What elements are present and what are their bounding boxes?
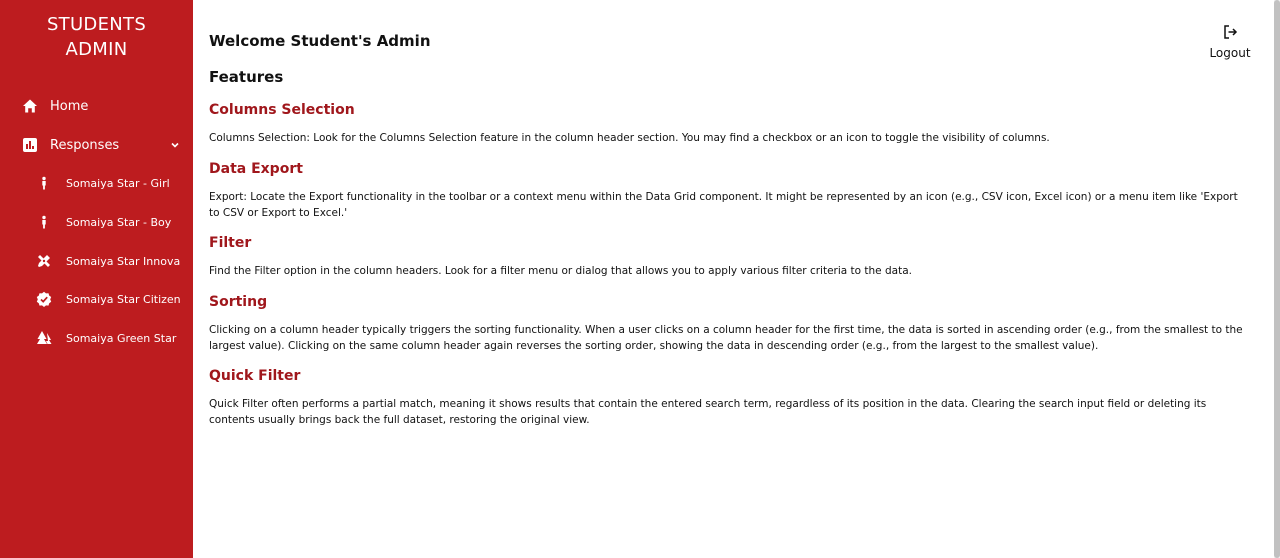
sidebar-subitem-label: Somaiya Green Star xyxy=(66,331,177,345)
logout-icon xyxy=(1224,25,1238,39)
sidebar-subitem-green-star[interactable]: Somaiya Green Star xyxy=(0,324,193,352)
section-title: Data Export xyxy=(209,161,303,177)
brand-line-1: STUDENTS xyxy=(46,14,147,35)
person-icon xyxy=(42,176,46,190)
section-quick-filter: Quick Filter Quick Filter often performs… xyxy=(209,368,1249,428)
sidebar-item-responses[interactable]: Responses xyxy=(0,131,193,159)
brand-title: STUDENTS ADMIN xyxy=(0,0,193,92)
section-text: Export: Locate the Export functionality … xyxy=(209,191,1238,219)
app-root: STUDENTS ADMIN Home Responses Somaiya St… xyxy=(0,0,1280,558)
page-title: Welcome Student's Admin xyxy=(209,32,431,50)
main-content: Welcome Student's Admin Features Logout … xyxy=(193,0,1280,558)
sidebar-item-label: Home xyxy=(50,98,89,114)
section-filter: Filter Find the Filter option in the col… xyxy=(209,235,1249,279)
chevron-down-icon[interactable] xyxy=(170,140,180,150)
sidebar-subitem-star-girl[interactable]: Somaiya Star - Girl xyxy=(0,169,193,197)
logout-button[interactable]: Logout xyxy=(1208,24,1252,61)
sidebar-subitem-star-citizen[interactable]: Somaiya Star Citizen xyxy=(0,285,193,313)
sidebar-subitem-star-boy[interactable]: Somaiya Star - Boy xyxy=(0,208,193,236)
section-text: Quick Filter often performs a partial ma… xyxy=(209,398,1207,426)
scrollbar-thumb[interactable] xyxy=(1274,0,1280,558)
vertical-scrollbar[interactable] xyxy=(1274,0,1280,558)
tools-icon xyxy=(38,255,50,267)
logout-label: Logout xyxy=(1209,46,1251,60)
sidebar-item-home[interactable]: Home xyxy=(0,92,193,120)
features-heading: Features xyxy=(209,68,284,86)
sidebar-subitem-label: Somaiya Star Citizen xyxy=(66,292,181,306)
section-text: Columns Selection: Look for the Columns … xyxy=(209,132,1050,144)
sidebar-subitem-label: Somaiya Star - Girl xyxy=(66,176,170,190)
brand-line-2: ADMIN xyxy=(65,39,128,60)
section-text: Clicking on a column header typically tr… xyxy=(209,324,1243,352)
forest-icon xyxy=(37,331,52,344)
section-title: Quick Filter xyxy=(209,368,301,384)
bar-chart-icon xyxy=(23,138,37,152)
sidebar: STUDENTS ADMIN Home Responses Somaiya St… xyxy=(0,0,193,558)
verified-badge-icon xyxy=(36,291,52,307)
section-sorting: Sorting Clicking on a column header typi… xyxy=(209,294,1249,354)
person-icon xyxy=(42,215,46,229)
section-data-export: Data Export Export: Locate the Export fu… xyxy=(209,161,1249,221)
section-title: Sorting xyxy=(209,294,268,310)
sidebar-item-label: Responses xyxy=(50,137,120,153)
section-title: Columns Selection xyxy=(209,102,355,118)
section-text: Find the Filter option in the column hea… xyxy=(209,265,912,277)
home-icon xyxy=(23,99,37,113)
section-title: Filter xyxy=(209,235,252,251)
sidebar-subitem-label: Somaiya Star - Boy xyxy=(66,215,172,229)
sidebar-subitem-label: Somaiya Star Innova xyxy=(66,254,181,268)
sidebar-subitem-star-innova[interactable]: Somaiya Star Innova xyxy=(0,247,193,275)
section-columns-selection: Columns Selection Columns Selection: Loo… xyxy=(209,102,1249,146)
